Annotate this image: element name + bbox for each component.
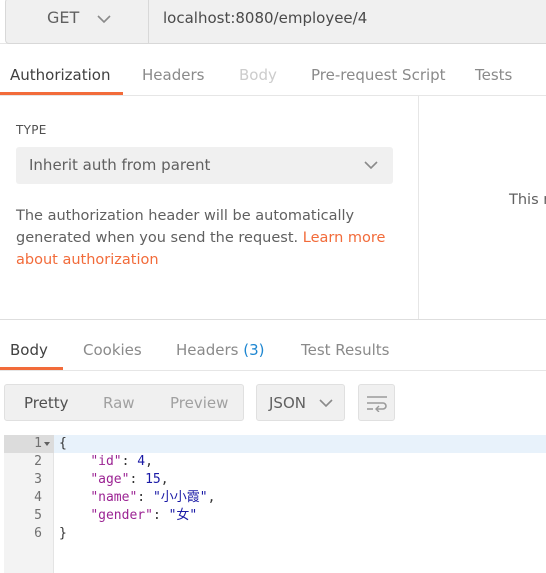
fold-toggle-icon[interactable] [44,442,50,446]
preview-button[interactable]: Preview [170,394,228,412]
pretty-button[interactable]: Pretty [24,394,69,412]
response-body-editor[interactable]: 1 2 3 4 5 6 { "id": 4, "age": 15, "name"… [4,435,546,573]
request-bar: GET localhost:8080/employee/4 [0,0,546,44]
json-value: 15 [145,472,161,487]
format-button-group: Pretty Raw Preview [4,384,244,421]
method-select[interactable]: GET [5,0,149,44]
json-key: "id" [90,454,122,469]
active-tab-indicator [0,92,123,95]
auth-type-select[interactable]: Inherit auth from parent [16,147,393,184]
response-separator [0,319,546,320]
response-tabs: Body Cookies Headers (3) Test Results [0,330,546,371]
json-key: "age" [90,472,130,487]
json-comma: , [160,472,169,487]
code-line: "age": 15, [90,472,169,487]
response-tab-body[interactable]: Body [10,341,48,359]
response-tab-headers-label: Headers [176,341,239,359]
json-value: "小小霞" [152,490,208,505]
line-number: 4 [34,490,42,505]
wrap-lines-button[interactable] [358,384,395,421]
active-response-tab-indicator [0,367,63,370]
line-number: 6 [34,526,42,541]
line-number: 2 [34,454,42,469]
json-comma: , [145,454,153,469]
url-text: localhost:8080/employee/4 [163,9,368,27]
pane-divider [418,96,419,320]
headers-count-badge: (3) [243,341,265,359]
code-line: { [59,436,67,451]
tab-tests[interactable]: Tests [475,66,512,84]
response-tab-test-results[interactable]: Test Results [301,341,389,359]
tab-headers[interactable]: Headers [142,66,204,84]
tab-body[interactable]: Body [239,66,277,84]
json-key: "gender" [90,508,153,523]
url-input[interactable]: localhost:8080/employee/4 [149,0,546,44]
tab-pre-request-script[interactable]: Pre-request Script [311,66,446,84]
wrap-lines-icon [367,396,387,412]
code-line: "name": "小小霞", [90,490,216,505]
json-key: "name" [90,490,138,505]
response-tab-cookies[interactable]: Cookies [83,341,142,359]
code-line: "id": 4, [90,454,153,469]
code-line: } [59,526,67,541]
line-number: 3 [34,472,42,487]
response-tab-headers[interactable]: Headers (3) [176,341,264,359]
auth-description: The authorization header will be automat… [16,205,406,271]
auth-type-label: TYPE [16,123,47,137]
raw-button[interactable]: Raw [103,394,135,412]
side-panel-text: This r [509,192,546,208]
json-value: "女" [168,508,198,523]
line-number: 5 [34,508,42,523]
code-line: "gender": "女" [90,508,198,523]
language-select[interactable]: JSON [256,384,345,421]
chevron-down-icon [319,399,333,408]
line-number: 1 [34,436,42,451]
method-label: GET [47,8,80,27]
auth-type-value: Inherit auth from parent [29,156,211,174]
json-comma: , [207,490,216,505]
request-tabs: Authorization Headers Body Pre-request S… [0,56,546,96]
language-value: JSON [269,394,306,412]
json-value: 4 [137,454,146,469]
tab-authorization[interactable]: Authorization [10,66,110,84]
chevron-down-icon [364,161,378,170]
chevron-down-icon [97,15,111,24]
active-line-highlight [54,435,546,453]
